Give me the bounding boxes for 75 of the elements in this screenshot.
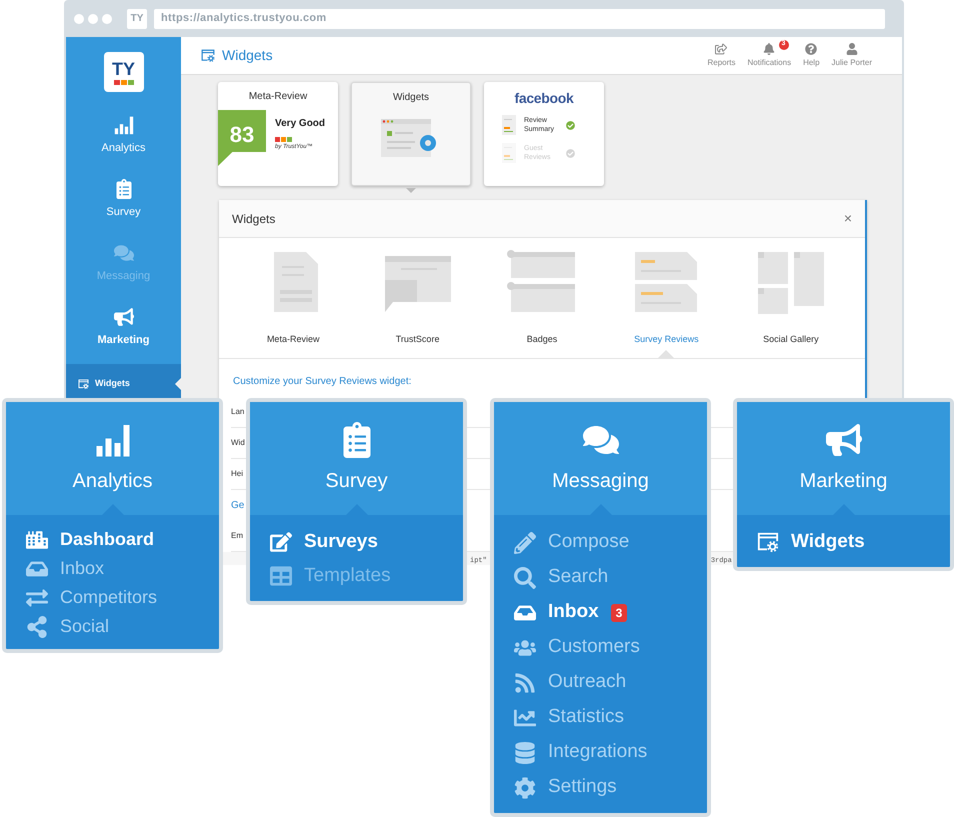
rating-label: Very Good [275, 117, 326, 131]
menu-item[interactable]: Inbox [26, 554, 199, 583]
window-gear-icon [757, 531, 779, 553]
widget-type-tile[interactable]: TrustScore [355, 250, 480, 358]
sidebar-item[interactable]: Survey [66, 168, 181, 232]
form-label: Hei [231, 468, 244, 480]
bell-icon [763, 42, 776, 54]
count-badge: 3 [610, 604, 628, 622]
close-button[interactable]: × [844, 208, 852, 229]
menu-title: Messaging [552, 468, 649, 494]
export-icon [715, 42, 728, 54]
table-icon [270, 565, 292, 587]
clipboard-pen-icon [270, 531, 292, 553]
rss-icon [514, 672, 536, 694]
address-bar[interactable]: https://analytics.trustyou.com [154, 8, 885, 28]
widget-type-tile[interactable]: Badges [480, 250, 604, 358]
card-title: Widgets [392, 91, 430, 105]
menu-item[interactable]: Social [26, 612, 199, 641]
menu-item[interactable]: Customers [514, 630, 687, 665]
menu-item[interactable]: Integrations [514, 735, 687, 770]
favicon: TY [127, 8, 147, 28]
trustyou-logo-icon [275, 137, 292, 142]
city-icon [26, 528, 48, 550]
widget-type-tile[interactable]: Survey Reviews [604, 250, 729, 358]
menu-item[interactable]: Settings [514, 770, 687, 805]
form-label: Em [231, 530, 243, 542]
menu-title: Marketing [800, 468, 888, 494]
widget-type-tile[interactable]: Social Gallery [728, 250, 854, 358]
share-icon [26, 616, 48, 638]
section-heading: Customize your Survey Reviews widget: [233, 375, 412, 389]
form-label: Wid [231, 437, 245, 449]
window-gear-icon [78, 379, 89, 389]
card-title: Meta-Review [248, 90, 308, 104]
facebook-logo: facebook [514, 89, 574, 108]
generate-link[interactable]: Ge [231, 498, 244, 513]
menu-item[interactable]: Widgets [757, 525, 930, 559]
sidebar-item[interactable]: Marketing [66, 296, 181, 360]
pencil-icon [514, 532, 536, 554]
menu-item[interactable]: Search [514, 560, 687, 595]
menu-item[interactable]: Inbox 3 [514, 595, 687, 630]
app-logo: TY [104, 52, 144, 92]
help-icon [805, 42, 818, 54]
menu-item[interactable]: Surveys [270, 525, 443, 559]
database-icon [514, 742, 536, 764]
menu-item[interactable]: Statistics [514, 700, 687, 735]
form-label: Lan [231, 406, 244, 418]
search-icon [514, 566, 536, 588]
widget-type-tile[interactable]: Meta-Review [231, 250, 356, 358]
megaphone-icon [114, 307, 134, 328]
menu-item[interactable]: Competitors [26, 583, 199, 612]
clipboard-icon [114, 179, 134, 200]
window-dots-icon [74, 14, 112, 24]
toolbar-action[interactable]: Julie Porter [832, 42, 872, 68]
arrows-icon [26, 586, 48, 608]
page-title: Widgets [222, 46, 273, 65]
score-tile: 83 [218, 110, 266, 166]
menu-item[interactable]: Compose [514, 525, 687, 560]
menu-title: Survey [325, 468, 388, 494]
document-icon [502, 143, 516, 163]
user-icon [846, 42, 858, 54]
chat-bubbles-icon [114, 243, 134, 264]
toolbar-action[interactable]: Help [803, 42, 820, 68]
menu-title: Analytics [72, 468, 153, 494]
document-icon [502, 115, 516, 135]
panel-title: Widgets [232, 210, 276, 228]
menu-item[interactable]: Dashboard [26, 525, 199, 554]
caret-icon [406, 188, 416, 193]
settings-icon [514, 776, 536, 798]
bar-chart-icon [114, 115, 134, 136]
megaphone-icon [826, 422, 862, 458]
sidebar-item[interactable]: Analytics [66, 104, 181, 168]
toolbar-action[interactable]: Reports [707, 42, 736, 68]
menu-item[interactable]: Outreach [514, 665, 687, 700]
widget-card[interactable]: Widgets [351, 82, 471, 186]
window-gear-icon [201, 49, 215, 62]
